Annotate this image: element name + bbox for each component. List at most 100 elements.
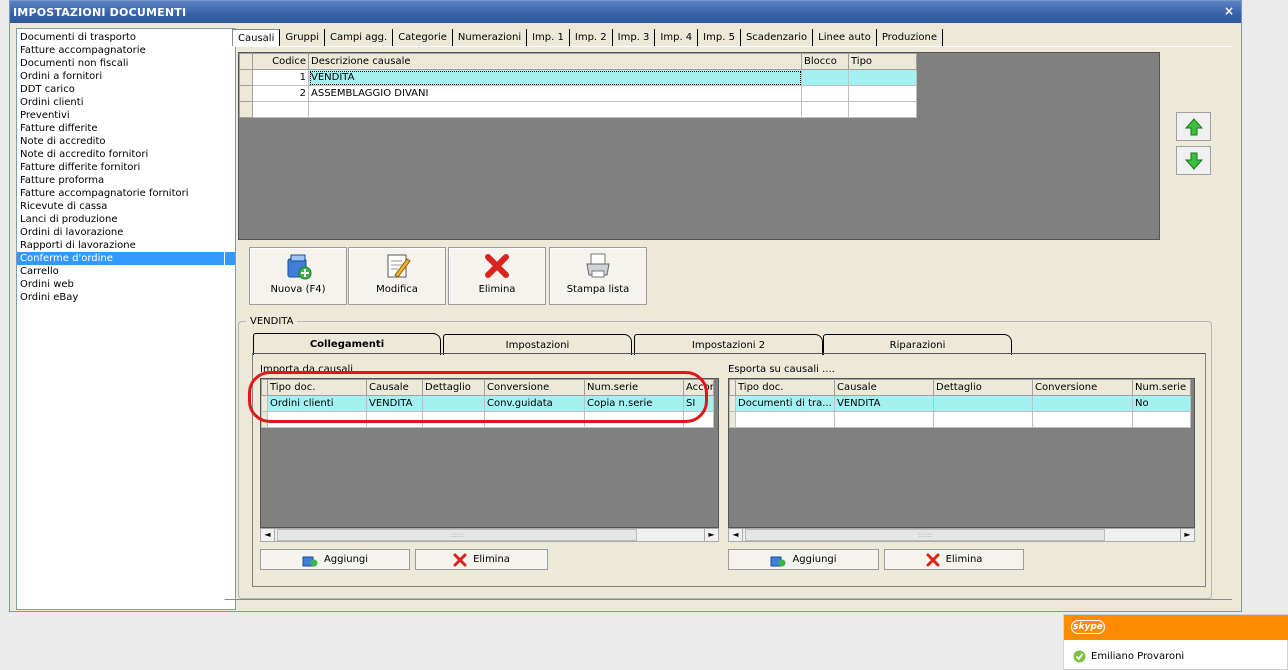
cell-codice[interactable]: 1 — [252, 69, 309, 86]
scroll-left-icon[interactable]: ◄ — [729, 529, 743, 541]
delete-button[interactable]: Elimina — [448, 247, 546, 305]
list-item[interactable]: Documenti non fiscali — [17, 57, 235, 70]
list-item[interactable]: Ordini a fornitori — [17, 70, 235, 83]
export-add-button[interactable]: Aggiungi — [728, 549, 879, 570]
list-item[interactable]: Preventivi — [17, 109, 235, 122]
list-item[interactable]: Lanci di produzione — [17, 213, 235, 226]
tab-imp-2[interactable]: Imp. 2 — [570, 29, 613, 47]
tab-impostazioni[interactable]: Impostazioni — [443, 334, 632, 355]
table-row[interactable]: 1 VENDITA — [239, 69, 917, 86]
settings-tabs: Causali Gruppi Campi agg. Categorie Numerazi… — [232, 29, 944, 47]
scroll-right-icon[interactable]: ► — [1180, 529, 1194, 541]
export-label: Esporta su causali .... — [728, 364, 835, 375]
col-header-dettaglio[interactable]: Dettaglio — [933, 379, 1033, 396]
import-delete-label: Elimina — [473, 554, 510, 565]
col-header-num-serie[interactable]: Num.serie — [1132, 379, 1191, 396]
list-item[interactable]: Note di accredito — [17, 135, 235, 148]
edit-button[interactable]: Modifica — [348, 247, 446, 305]
cell-descrizione[interactable]: VENDITA — [308, 69, 802, 86]
tab-linee-auto[interactable]: Linee auto — [813, 29, 877, 47]
list-item[interactable]: Note di accredito fornitori — [17, 148, 235, 161]
list-item[interactable]: Rapporti di lavorazione — [17, 239, 235, 252]
tab-campi-agg[interactable]: Campi agg. — [325, 29, 394, 47]
table-row[interactable] — [729, 411, 1191, 428]
list-item[interactable]: Fatture differite fornitori — [17, 161, 235, 174]
move-up-button[interactable] — [1176, 112, 1211, 141]
export-hscrollbar[interactable]: ◄ :::::: ► — [728, 528, 1195, 542]
cell-blocco[interactable] — [801, 85, 849, 102]
import-delete-button[interactable]: Elimina — [415, 549, 548, 570]
list-item[interactable]: DDT carico — [17, 83, 235, 96]
col-header-codice[interactable]: Codice — [252, 53, 309, 70]
list-item[interactable]: Documenti di trasporto — [17, 31, 235, 44]
col-header-tipo-doc[interactable]: Tipo doc. — [735, 379, 835, 396]
list-item[interactable]: Conferme d'ordine — [17, 252, 235, 265]
skype-notification[interactable]: skype Emiliano Provaroni — [1063, 614, 1288, 670]
list-item[interactable]: Ordini eBay — [17, 291, 235, 304]
table-row[interactable]: Documenti di tra... VENDITA No — [729, 395, 1191, 412]
export-delete-label: Elimina — [945, 554, 983, 565]
scroll-right-icon[interactable]: ► — [704, 529, 718, 541]
cell-tipo[interactable] — [848, 69, 917, 86]
cell-descrizione[interactable]: ASSEMBLAGGIO DIVANI — [308, 85, 802, 102]
cell-tipo-doc[interactable]: Documenti di tra... — [735, 395, 835, 412]
list-item[interactable]: Ordini clienti — [17, 96, 235, 109]
export-delete-button[interactable]: Elimina — [884, 549, 1024, 570]
print-list-button-label: Stampa lista — [566, 284, 630, 295]
causali-grid: Codice Descrizione causale Blocco Tipo 1… — [239, 53, 917, 118]
table-row[interactable] — [239, 101, 917, 118]
cell-blocco[interactable] — [801, 69, 849, 86]
list-item[interactable]: Fatture differite — [17, 122, 235, 135]
cell-dettaglio[interactable] — [933, 395, 1033, 412]
window-title: IMPOSTAZIONI DOCUMENTI — [13, 6, 187, 19]
col-header-conversione[interactable]: Conversione — [1032, 379, 1133, 396]
list-item[interactable]: Fatture accompagnatorie — [17, 44, 235, 57]
move-down-button[interactable] — [1176, 146, 1211, 175]
tab-collegamenti[interactable]: Collegamenti — [253, 333, 441, 355]
tab-causali[interactable]: Causali — [232, 29, 281, 47]
cell-codice[interactable]: 2 — [252, 85, 309, 102]
print-list-button[interactable]: Stampa lista — [549, 247, 647, 305]
cell-num-serie[interactable]: No — [1132, 395, 1191, 412]
tab-riparazioni[interactable]: Riparazioni — [823, 334, 1012, 355]
tab-imp-5[interactable]: Imp. 5 — [698, 29, 741, 47]
list-item[interactable]: Ordini di lavorazione — [17, 226, 235, 239]
cell-causale[interactable]: VENDITA — [834, 395, 934, 412]
tab-categorie[interactable]: Categorie — [393, 29, 453, 47]
new-button[interactable]: Nuova (F4) — [249, 247, 347, 305]
tab-gruppi[interactable]: Gruppi — [280, 29, 326, 47]
col-header-descrizione[interactable]: Descrizione causale — [308, 53, 802, 70]
table-row[interactable]: 2 ASSEMBLAGGIO DIVANI — [239, 85, 917, 102]
close-icon[interactable]: × — [1224, 4, 1234, 18]
skype-contact-name: Emiliano Provaroni — [1091, 651, 1185, 662]
list-item[interactable]: Carrello — [17, 265, 235, 278]
tab-numerazioni[interactable]: Numerazioni — [453, 29, 528, 47]
col-header-causale[interactable]: Causale — [834, 379, 934, 396]
import-hscrollbar[interactable]: ◄ :::::: ► — [260, 528, 719, 542]
document-type-list[interactable]: Documenti di trasporto Fatture accompagna… — [16, 28, 236, 610]
online-status-icon — [1073, 650, 1086, 663]
list-item[interactable]: Ordini web — [17, 278, 235, 291]
tab-imp-1[interactable]: Imp. 1 — [527, 29, 570, 47]
import-add-button[interactable]: Aggiungi — [260, 549, 410, 570]
cell-tipo[interactable] — [848, 85, 917, 102]
import-add-label: Aggiungi — [323, 554, 369, 565]
col-header-blocco[interactable]: Blocco — [801, 53, 849, 70]
tab-imp-4[interactable]: Imp. 4 — [655, 29, 699, 47]
export-add-label: Aggiungi — [792, 554, 837, 565]
tab-imp-3[interactable]: Imp. 3 — [613, 29, 656, 47]
list-item[interactable]: Fatture proforma — [17, 174, 235, 187]
tab-scadenzario[interactable]: Scadenzario — [741, 29, 814, 47]
arrow-down-icon — [1184, 152, 1203, 170]
scroll-left-icon[interactable]: ◄ — [261, 529, 275, 541]
edit-button-label: Modifica — [376, 284, 418, 295]
tab-produzione[interactable]: Produzione — [877, 29, 944, 47]
tab-impostazioni-2[interactable]: Impostazioni 2 — [634, 334, 823, 355]
delete-button-label: Elimina — [478, 284, 516, 295]
scroll-thumb[interactable]: :::::: — [277, 529, 637, 541]
scroll-thumb[interactable]: :::::: — [745, 529, 1105, 541]
list-item[interactable]: Fatture accompagnatorie fornitori — [17, 187, 235, 200]
cell-conversione[interactable] — [1032, 395, 1133, 412]
col-header-tipo[interactable]: Tipo — [848, 53, 917, 70]
list-item[interactable]: Ricevute di cassa — [17, 200, 235, 213]
